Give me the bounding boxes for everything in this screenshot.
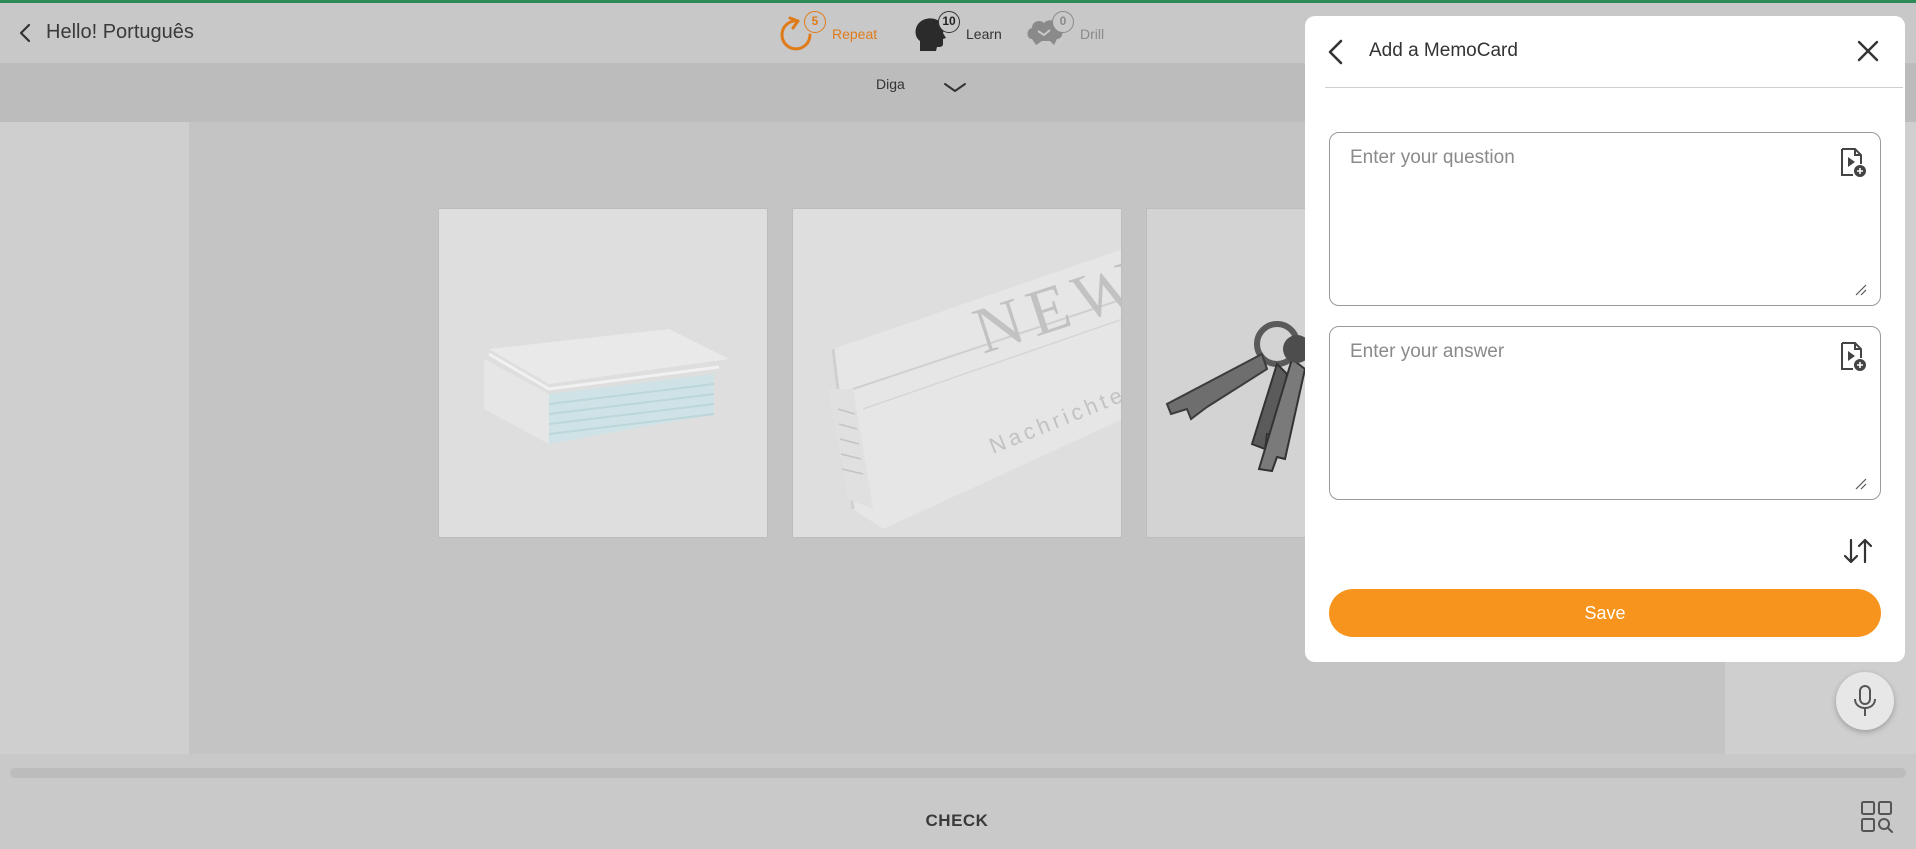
prompt-text: Diga xyxy=(876,76,905,92)
mode-drill-label: Drill xyxy=(1080,26,1105,42)
newspaper-image: NEW Nachrichten xyxy=(793,209,1121,537)
answer-card-2[interactable]: NEW Nachrichten xyxy=(792,208,1122,538)
answer-card-1[interactable] xyxy=(438,208,768,538)
add-answer-media-button[interactable] xyxy=(1838,341,1868,373)
add-media-icon xyxy=(1841,148,1866,177)
microphone-icon xyxy=(1854,685,1876,716)
grid-search-icon xyxy=(1861,801,1893,833)
drill-count-badge: 0 xyxy=(1052,11,1074,33)
mode-repeat[interactable]: 5 Repeat xyxy=(774,11,877,57)
chevron-down-icon xyxy=(944,83,966,92)
question-field xyxy=(1329,132,1881,306)
add-question-media-button[interactable] xyxy=(1838,147,1868,179)
prompt-expand-button[interactable] xyxy=(942,78,968,98)
napkins-image xyxy=(439,209,767,537)
grid-search-button[interactable] xyxy=(1860,800,1894,834)
chevron-left-icon xyxy=(19,23,31,43)
bottom-bar: CHECK xyxy=(0,754,1916,849)
microphone-button[interactable] xyxy=(1836,672,1894,730)
panel-divider xyxy=(1325,87,1903,88)
panel-close-button[interactable] xyxy=(1853,36,1883,66)
learn-count-badge: 10 xyxy=(938,11,960,33)
swap-arrows-icon xyxy=(1843,538,1873,564)
mode-learn-label: Learn xyxy=(966,26,1002,42)
check-button[interactable]: CHECK xyxy=(900,806,1014,836)
mode-repeat-label: Repeat xyxy=(832,26,878,42)
chevron-left-icon xyxy=(1328,39,1343,65)
swap-question-answer-button[interactable] xyxy=(1841,536,1875,566)
mode-drill[interactable]: 0 Drill xyxy=(1022,11,1104,57)
back-button[interactable] xyxy=(14,21,38,45)
answer-input[interactable] xyxy=(1330,327,1880,499)
panel-back-button[interactable] xyxy=(1323,36,1351,68)
resize-handle-icon[interactable] xyxy=(1854,283,1868,297)
close-icon xyxy=(1857,40,1879,62)
answer-field xyxy=(1329,326,1881,500)
save-button[interactable]: Save xyxy=(1329,589,1881,637)
mode-learn[interactable]: 10 Learn xyxy=(908,11,1002,57)
add-memocard-panel: Add a MemoCard Enter your question Enter… xyxy=(1305,16,1905,662)
repeat-count-badge: 5 xyxy=(804,11,826,33)
panel-title: Add a MemoCard xyxy=(1369,40,1518,61)
resize-handle-icon[interactable] xyxy=(1854,477,1868,491)
question-input[interactable] xyxy=(1330,133,1880,305)
progress-track xyxy=(10,768,1906,778)
add-media-icon xyxy=(1841,342,1866,371)
app-title: Hello! Português xyxy=(46,21,194,43)
